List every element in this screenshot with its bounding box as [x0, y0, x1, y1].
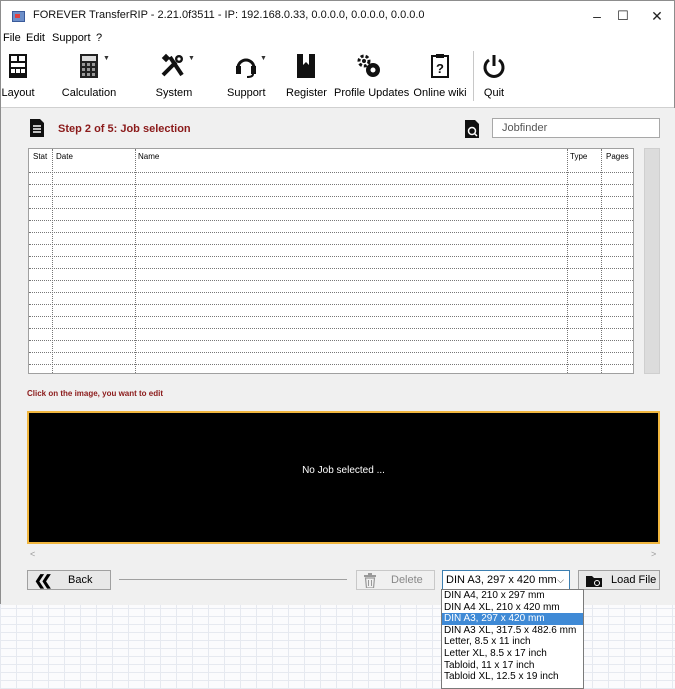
- row-divider: [29, 292, 633, 293]
- row-divider: [29, 244, 633, 245]
- jobfinder-input[interactable]: Jobfinder: [492, 118, 660, 138]
- trash-icon: [364, 573, 376, 588]
- clipboard-help-icon: ?: [431, 54, 449, 78]
- format-option[interactable]: Letter, 8.5 x 11 inch: [442, 636, 583, 648]
- calculation-dropdown-icon: ▼: [103, 55, 110, 62]
- maximize-button[interactable]: ☐: [613, 7, 633, 25]
- row-divider: [29, 220, 633, 221]
- profile-updates-button[interactable]: Profile Updates: [334, 47, 410, 107]
- format-option[interactable]: DIN A4 XL, 210 x 420 mm: [442, 602, 583, 614]
- row-divider: [29, 304, 633, 305]
- support-button[interactable]: ▼ Support: [227, 47, 267, 107]
- delete-label: Delete: [391, 574, 423, 586]
- job-table[interactable]: Stat Date Name Type Pages: [28, 148, 634, 374]
- load-file-button[interactable]: Load File: [578, 570, 660, 590]
- format-option[interactable]: Tabloid XL, 12.5 x 19 inch: [442, 671, 583, 683]
- calculation-button[interactable]: ▼ Calculation: [58, 47, 120, 107]
- row-divider: [29, 232, 633, 233]
- register-label: Register: [286, 87, 327, 99]
- menu-bar: File Edit Support ?: [1, 31, 674, 47]
- window-title: FOREVER TransferRIP - 2.21.0f3511 - IP: …: [33, 9, 425, 21]
- quit-button[interactable]: Quit: [479, 47, 509, 107]
- edit-hint: Click on the image, you want to edit: [27, 389, 164, 398]
- document-icon: [30, 119, 44, 137]
- system-button[interactable]: ▼ System: [147, 47, 201, 107]
- minimize-button[interactable]: –: [587, 7, 607, 25]
- column-header-pages[interactable]: Pages: [606, 152, 629, 161]
- support-dropdown-icon: ▼: [260, 55, 267, 62]
- progress-separator: [119, 579, 347, 580]
- format-dropdown-list: DIN A4, 210 x 297 mm DIN A4 XL, 210 x 42…: [441, 589, 584, 689]
- load-file-label: Load File: [611, 574, 657, 586]
- row-divider: [29, 256, 633, 257]
- menu-help[interactable]: ?: [96, 32, 102, 44]
- format-option[interactable]: Letter XL, 8.5 x 17 inch: [442, 648, 583, 660]
- row-divider: [29, 316, 633, 317]
- back-label: Back: [68, 574, 93, 586]
- menu-support[interactable]: Support: [52, 32, 91, 44]
- calculation-label: Calculation: [61, 87, 117, 99]
- row-divider: [29, 208, 633, 209]
- register-icon: [297, 54, 315, 78]
- preview-empty-text: No Job selected ...: [302, 465, 385, 476]
- format-option-selected[interactable]: DIN A3, 297 x 420 mm: [442, 613, 583, 625]
- gears-icon: [357, 54, 380, 77]
- format-option[interactable]: DIN A3 XL, 317.5 x 482.6 mm: [442, 625, 583, 637]
- calculator-icon: [80, 54, 98, 78]
- system-dropdown-icon: ▼: [188, 55, 195, 62]
- row-divider: [29, 328, 633, 329]
- scroll-right-icon[interactable]: >: [651, 549, 656, 559]
- format-select-value: DIN A3, 297 x 420 mm: [446, 574, 557, 586]
- row-divider: [29, 268, 633, 269]
- toolbar: Layout ▼ Calculation ▼ System ▼ Support …: [1, 47, 674, 108]
- title-bar: FOREVER TransferRIP - 2.21.0f3511 - IP: …: [1, 1, 674, 31]
- format-select[interactable]: DIN A3, 297 x 420 mm ⌵: [442, 570, 570, 590]
- close-button[interactable]: ✕: [647, 7, 667, 25]
- row-divider: [29, 184, 633, 185]
- folder-icon: [586, 576, 602, 587]
- format-option[interactable]: DIN A4, 210 x 297 mm: [442, 590, 583, 602]
- layout-button[interactable]: Layout: [1, 47, 35, 107]
- column-header-stat[interactable]: Stat: [33, 152, 47, 161]
- job-selection-panel: Step 2 of 5: Job selection Jobfinder Sta…: [1, 108, 675, 605]
- row-divider: [29, 364, 633, 365]
- menu-edit[interactable]: Edit: [26, 32, 45, 44]
- quit-label: Quit: [483, 87, 505, 99]
- chevron-down-icon: ⌵: [557, 575, 564, 585]
- delete-button[interactable]: Delete: [356, 570, 435, 590]
- format-option[interactable]: Tabloid, 11 x 17 inch: [442, 660, 583, 672]
- support-label: Support: [227, 87, 266, 99]
- app-window: FOREVER TransferRIP - 2.21.0f3511 - IP: …: [0, 0, 675, 605]
- app-logo-icon: [12, 11, 25, 22]
- headset-icon: [236, 58, 256, 78]
- double-chevron-left-icon: ❮❮: [34, 572, 53, 588]
- online-wiki-label: Online wiki: [413, 87, 467, 99]
- register-button[interactable]: Register: [286, 47, 327, 107]
- online-wiki-button[interactable]: ? Online wiki: [412, 47, 468, 107]
- back-button[interactable]: ❮❮ Back: [27, 570, 111, 590]
- row-divider: [29, 172, 633, 173]
- system-label: System: [155, 87, 193, 99]
- row-divider: [29, 352, 633, 353]
- step-title: Step 2 of 5: Job selection: [58, 123, 191, 135]
- layout-icon: [9, 54, 27, 78]
- menu-file[interactable]: File: [3, 32, 21, 44]
- svg-text:?: ?: [436, 61, 444, 76]
- job-preview[interactable]: No Job selected ...: [27, 411, 660, 544]
- table-scrollbar[interactable]: [644, 148, 660, 374]
- row-divider: [29, 196, 633, 197]
- power-icon: [483, 55, 505, 78]
- search-document-icon: [465, 120, 479, 138]
- row-divider: [29, 280, 633, 281]
- toolbar-separator: [473, 51, 474, 101]
- column-header-type[interactable]: Type: [570, 152, 587, 161]
- layout-label: Layout: [1, 87, 35, 99]
- profile-updates-label: Profile Updates: [334, 87, 410, 99]
- tools-icon: [161, 53, 184, 77]
- row-divider: [29, 340, 633, 341]
- column-header-name[interactable]: Name: [138, 152, 159, 161]
- scroll-left-icon[interactable]: <: [30, 549, 35, 559]
- column-header-date[interactable]: Date: [56, 152, 73, 161]
